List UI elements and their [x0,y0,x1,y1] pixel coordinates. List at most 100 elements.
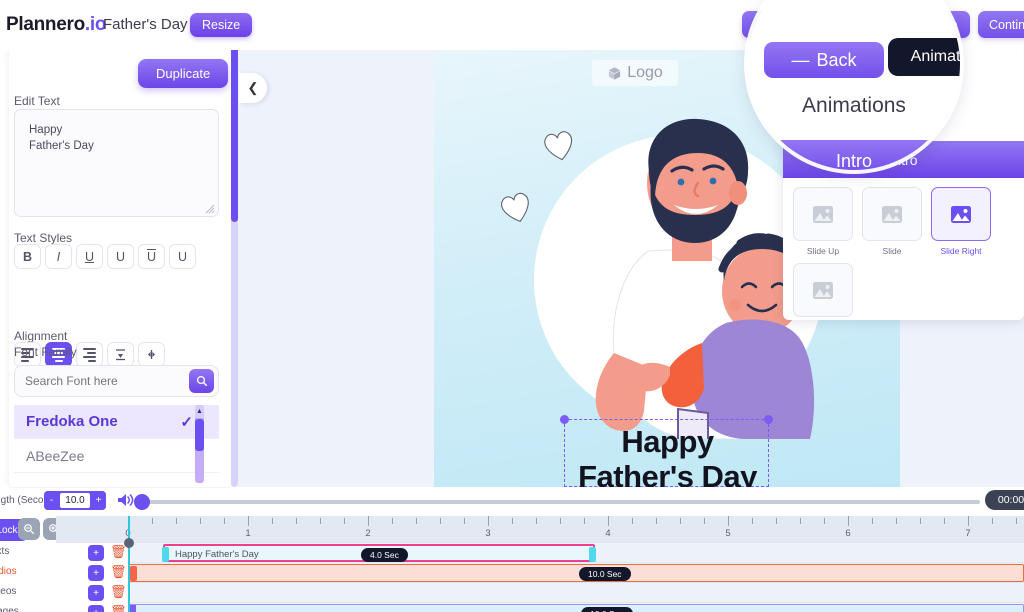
no-line-button[interactable]: U [169,244,196,269]
timeline-playhead[interactable] [128,516,130,612]
volume-slider-knob[interactable] [134,494,150,510]
volume-slider-track[interactable] [140,500,980,504]
ruler-tick [944,518,945,524]
timeline-ruler[interactable]: 123456780 [56,516,1024,543]
font-list-scroll-thumb[interactable] [195,419,204,451]
italic-glyph: I [57,250,60,264]
overline-button[interactable]: U [138,244,165,269]
timeline-panel: Length (Seconds) - 10.0 + 00:00 Lock [0,488,1024,612]
clip-handle-left[interactable] [130,566,137,581]
duplicate-button[interactable]: Duplicate [138,59,228,88]
logo-placeholder-label: Logo [627,64,663,82]
sidebar-scrollbar[interactable] [231,47,238,487]
track-lane[interactable]: Happy Father's Day 4.0 Sec [128,543,1024,563]
align-right-button[interactable] [76,342,103,367]
timeline-clip-text[interactable]: Happy Father's Day 4.0 Sec [163,544,595,562]
bold-glyph: B [23,250,32,264]
font-family-label: Font Family [14,345,77,359]
scroll-up-arrow-icon[interactable]: ▲ [195,405,204,418]
project-title: Father's Day [103,16,188,33]
magnified-intro-tab[interactable]: Intro [748,140,960,170]
ruler-tick [992,518,993,524]
ruler-tick [632,518,633,524]
add-video-button[interactable]: + [88,585,104,601]
length-stepper: - 10.0 + [44,491,106,510]
font-search-button[interactable] [189,369,214,393]
ruler-tick [296,518,297,524]
logo-placeholder[interactable]: Logo [592,60,678,86]
add-image-button[interactable]: + [88,605,104,612]
bold-button[interactable]: B [14,244,41,269]
track-lane[interactable]: 10.0 Sec [128,603,1024,612]
text-styles-label: Text Styles [14,231,72,245]
timeline-control-bar: Length (Seconds) - 10.0 + 00:00 [0,488,1024,516]
zoom-out-button[interactable] [18,518,40,540]
magnified-back-button[interactable]: — Back [764,42,884,78]
ruler-tick [488,516,489,526]
ruler-tick [368,516,369,526]
underline-double-button[interactable]: U [107,244,134,269]
align-middle-button[interactable] [138,342,165,367]
underline-glyph: U [85,250,94,264]
font-item-abeezee[interactable]: ABeeZee [14,439,219,473]
ruler-tick-label: 3 [485,528,490,539]
text-selection-box[interactable]: Happy Father's Day [564,419,769,487]
timeline-clip-audio[interactable]: 10.0 Sec [128,564,1024,582]
edit-text-input[interactable]: Happy Father's Day [14,109,219,217]
font-item-fredoka-one[interactable]: Fredoka One ✓ [14,405,219,439]
font-search-input[interactable] [25,366,170,396]
ruler-tick [176,518,177,524]
canvas-title-text[interactable]: Happy Father's Day [565,424,770,487]
italic-button[interactable]: I [45,244,72,269]
length-decrement-button[interactable]: - [44,491,59,510]
clip-handle-left[interactable] [162,547,169,562]
resize-button[interactable]: Resize [190,13,252,37]
font-family-list[interactable]: Fredoka One ✓ ABeeZee Abel [14,405,219,483]
brand-name: Plannero [6,14,85,35]
font-list-scrollbar[interactable]: ▲ [195,405,204,483]
add-text-button[interactable]: + [88,545,104,561]
trash-icon[interactable]: 🗑 [110,604,127,612]
trash-icon[interactable]: 🗑 [110,544,127,560]
track-lane[interactable] [128,583,1024,603]
animation-option-slide-up[interactable]: Slide Up [793,187,853,256]
ruler-tick [800,518,801,524]
track-lane[interactable]: 10.0 Sec [128,563,1024,583]
animate-tooltip-label: Animate [911,48,960,66]
timeline-track-texts: Texts + 🗑 Happy Father's Day 4.0 Sec [0,543,1024,563]
ruler-tick-label: 7 [965,528,970,539]
underline-button[interactable]: U [76,244,103,269]
animation-option-slide-right[interactable]: Slide Right [931,187,991,256]
ruler-tick-label: 1 [245,528,250,539]
ruler-tick [776,518,777,524]
timeline-track-videos: Videos + 🗑 [0,583,1024,603]
ruler-tick [872,518,873,524]
clip-handle-right[interactable] [589,547,596,562]
ruler-tick-label: 5 [725,528,730,539]
resize-handle-tl[interactable] [560,415,569,424]
ruler-tick [1016,518,1017,524]
animation-option-zoom-in[interactable]: Zoom In [793,263,853,320]
sidebar-scroll-thumb[interactable] [231,47,238,222]
app-root: Plannero.io Father's Day Resize ⟵ Back 💾… [0,0,1024,612]
speaker-icon[interactable] [117,492,134,512]
track-label: Videos [0,586,34,597]
clip-handle-left[interactable] [129,605,136,612]
trash-icon[interactable]: 🗑 [110,564,127,580]
resize-handle-tr[interactable] [764,415,773,424]
font-item-abel[interactable]: Abel [14,473,219,483]
timeline-clip-image[interactable]: 10.0 Sec [128,604,1024,612]
length-increment-button[interactable]: + [91,491,106,510]
animation-option-slide-down[interactable]: Slide [862,187,922,256]
font-search-wrap [14,365,219,397]
length-value[interactable]: 10.0 [60,493,90,508]
playhead-knob[interactable] [124,538,134,548]
trash-icon[interactable]: 🗑 [110,584,127,600]
add-audio-button[interactable]: + [88,565,104,581]
magnifier-lens-content: — Back Animate Animations Intro [748,0,960,170]
cube-icon [607,66,622,81]
continue-button[interactable]: Continue [978,11,1024,38]
align-vertical-button[interactable] [107,342,134,367]
track-label: Texts [0,546,34,557]
font-item-label: ABeeZee [26,448,84,464]
